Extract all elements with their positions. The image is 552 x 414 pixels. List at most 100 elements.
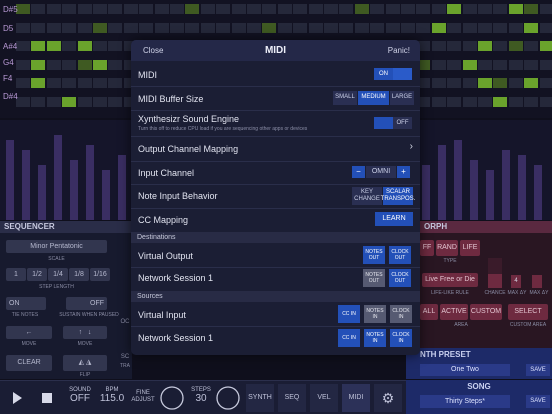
grid-cell[interactable]: [46, 59, 61, 70]
grid-cell[interactable]: [139, 22, 154, 33]
grid-cell[interactable]: [447, 22, 462, 33]
grid-cell[interactable]: [31, 22, 46, 33]
stop-button[interactable]: [38, 381, 56, 414]
grid-cell[interactable]: [324, 22, 338, 33]
grid-cell[interactable]: [508, 96, 523, 107]
notes-in-toggle[interactable]: NOTES IN: [364, 305, 386, 323]
velocity-bar[interactable]: [86, 145, 94, 220]
grid-cell[interactable]: [539, 22, 552, 33]
grid-cell[interactable]: [93, 22, 107, 33]
grid-cell[interactable]: [154, 4, 169, 14]
morph-type-ff[interactable]: FF: [420, 240, 434, 256]
grid-cell[interactable]: [93, 78, 107, 88]
step-length-sixteenth[interactable]: 1/16: [90, 268, 110, 281]
grid-cell[interactable]: [46, 96, 61, 107]
grid-cell[interactable]: [108, 22, 123, 33]
grid-cell[interactable]: [46, 4, 61, 14]
velocity-bar[interactable]: [38, 165, 46, 220]
grid-cell[interactable]: [31, 59, 46, 70]
engine-toggle[interactable]: OFF: [374, 117, 412, 129]
grid-cell[interactable]: [62, 22, 77, 33]
grid-cell[interactable]: [170, 4, 184, 14]
grid-cell[interactable]: [154, 22, 169, 33]
grid-cell[interactable]: [123, 22, 138, 33]
cc-in-toggle[interactable]: CC IN: [338, 305, 360, 323]
flip-button[interactable]: ◭ ◮: [63, 355, 107, 371]
chance-slider[interactable]: [488, 258, 502, 288]
grid-cell[interactable]: [108, 78, 123, 88]
area-active[interactable]: ACTIVE: [440, 304, 468, 320]
grid-cell[interactable]: [462, 4, 477, 14]
grid-cell[interactable]: [478, 96, 492, 107]
grid-cell[interactable]: [539, 4, 552, 14]
chevron-right-icon[interactable]: ›: [410, 141, 413, 152]
cc-in-toggle[interactable]: CC IN: [338, 329, 360, 347]
note-behavior-key-change[interactable]: KEY CHANGE: [352, 187, 382, 205]
grid-cell[interactable]: [493, 78, 508, 88]
grid-cell[interactable]: [524, 59, 539, 70]
grid-cell[interactable]: [108, 4, 123, 14]
steps-knob[interactable]: [214, 381, 242, 414]
grid-cell[interactable]: [447, 59, 462, 70]
grid-cell[interactable]: [31, 41, 46, 51]
grid-cell[interactable]: [93, 41, 107, 51]
grid-cell[interactable]: [170, 22, 184, 33]
grid-cell[interactable]: [447, 78, 462, 88]
grid-cell[interactable]: [508, 4, 523, 14]
settings-button[interactable]: ⚙: [374, 384, 402, 412]
grid-cell[interactable]: [493, 59, 508, 70]
grid-cell[interactable]: [508, 41, 523, 51]
tie-notes-toggle[interactable]: ON: [6, 297, 46, 310]
grid-cell[interactable]: [77, 22, 92, 33]
grid-cell[interactable]: [493, 4, 508, 14]
grid-cell[interactable]: [16, 4, 30, 14]
sustain-toggle[interactable]: OFF: [66, 297, 107, 310]
grid-cell[interactable]: [77, 59, 92, 70]
grid-cell[interactable]: [431, 41, 446, 51]
grid-cell[interactable]: [447, 41, 462, 51]
grid-cell[interactable]: [262, 22, 277, 33]
grid-cell[interactable]: [62, 4, 77, 14]
grid-cell[interactable]: [123, 4, 138, 14]
grid-cell[interactable]: [185, 22, 200, 33]
grid-cell[interactable]: [108, 59, 123, 70]
custom-area-select[interactable]: SELECT: [508, 304, 548, 320]
step-length-quarter[interactable]: 1/4: [48, 268, 68, 281]
grid-cell[interactable]: [508, 59, 523, 70]
grid-cell[interactable]: [385, 4, 400, 14]
grid-cell[interactable]: [493, 96, 508, 107]
buffer-small[interactable]: SMALL: [333, 91, 357, 105]
tab-vel[interactable]: VEL: [310, 384, 338, 412]
morph-type-life[interactable]: LIFE: [460, 240, 480, 256]
grid-cell[interactable]: [447, 4, 462, 14]
play-button[interactable]: [8, 381, 26, 414]
tab-midi[interactable]: MIDI: [342, 384, 370, 412]
velocity-bar[interactable]: [438, 145, 446, 220]
steps-control[interactable]: STEPS 30: [188, 381, 214, 414]
grid-cell[interactable]: [524, 96, 539, 107]
velocity-bar[interactable]: [470, 160, 478, 220]
grid-cell[interactable]: [231, 22, 246, 33]
notes-out-toggle[interactable]: NOTES OUT: [363, 246, 385, 264]
grid-cell[interactable]: [539, 78, 552, 88]
tab-synth[interactable]: SYNTH: [246, 384, 274, 412]
grid-cell[interactable]: [247, 4, 261, 14]
grid-cell[interactable]: [508, 78, 523, 88]
velocity-bar[interactable]: [6, 140, 14, 220]
grid-cell[interactable]: [401, 22, 415, 33]
velocity-bar[interactable]: [486, 170, 494, 220]
grid-cell[interactable]: [539, 41, 552, 51]
velocity-bar[interactable]: [54, 135, 62, 220]
grid-cell[interactable]: [431, 78, 446, 88]
grid-cell[interactable]: [416, 22, 431, 33]
note-behavior-scalar[interactable]: SCALAR TRANSPOS.: [381, 187, 415, 205]
move-left-button[interactable]: ←: [6, 326, 52, 339]
area-custom[interactable]: CUSTOM: [470, 304, 502, 320]
grid-cell[interactable]: [46, 41, 61, 51]
bpm-control[interactable]: BPM 115.0: [98, 381, 126, 414]
grid-cell[interactable]: [277, 4, 292, 14]
grid-cell[interactable]: [431, 96, 446, 107]
grid-cell[interactable]: [93, 96, 107, 107]
grid-cell[interactable]: [16, 22, 30, 33]
grid-cell[interactable]: [447, 96, 462, 107]
